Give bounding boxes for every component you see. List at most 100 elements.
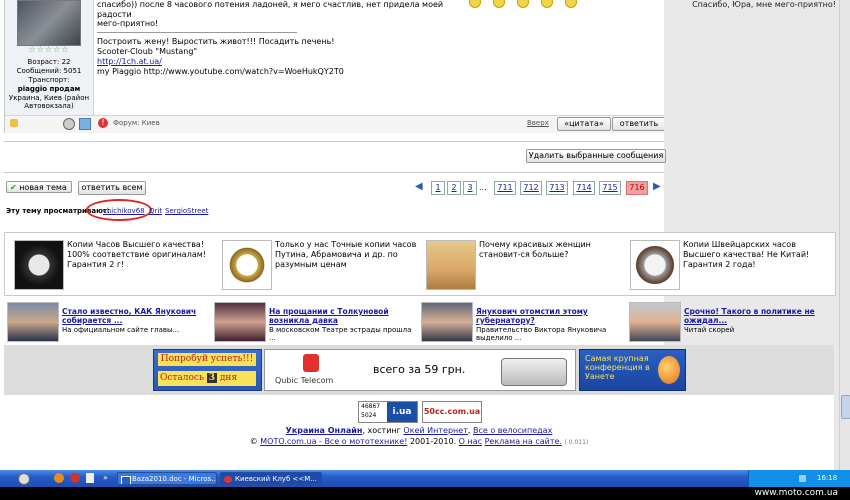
news-image[interactable] (421, 302, 473, 342)
conference-text: Самая крупная конференция в Уанете (585, 354, 650, 381)
ad-text[interactable]: Копии Швейцарских часов Высшего качества… (683, 240, 828, 270)
news-item[interactable]: Срочно! Такого в политике не ожидал... Ч… (626, 302, 831, 342)
qubic-banner[interactable]: Qubic Telecom всего за 59 грн. (264, 349, 576, 391)
author-messages: Сообщений: 5051 (16, 67, 82, 75)
quote-button[interactable]: «цитата» (557, 117, 611, 131)
viewer-link[interactable]: SergioStreet (165, 207, 208, 215)
author-location: Украина, Киев (район Автовокзала) (8, 94, 90, 110)
ad-item[interactable]: Копии Часов Высшего качества! 100% соотв… (9, 238, 214, 290)
ads-block: Копии Часов Высшего качества! 100% соотв… (4, 232, 836, 296)
system-tray: 16:18 (748, 470, 850, 487)
ad-item[interactable]: Почему красивых женщин становит-ся больш… (421, 238, 626, 290)
viewer-link[interactable]: chichikov68 (103, 207, 145, 215)
smileys (469, 0, 589, 8)
footer-line1: Украина Онлайн, хостинг Окей Интернет, В… (285, 426, 553, 435)
page-link[interactable]: 1 (431, 181, 445, 195)
ad-item[interactable]: Только у нас Точные копии часов Путина, … (217, 238, 422, 290)
up-link[interactable]: Вверх (527, 119, 549, 127)
footer-link-advertising[interactable]: Реклама на сайте. (485, 437, 562, 446)
footer-link-bikes[interactable]: Все о велосипедах (473, 426, 552, 435)
signature-line2: Scooter-Cloub "Mustang" (97, 47, 198, 56)
watch-image[interactable] (222, 240, 272, 290)
page-link[interactable]: 2 (447, 181, 461, 195)
prev-page-icon[interactable]: ◀ (415, 181, 425, 193)
document-icon[interactable] (86, 473, 94, 483)
report-icon[interactable]: ! (98, 118, 108, 128)
ad-item[interactable]: Копии Швейцарских часов Высшего качества… (625, 238, 830, 290)
watermark: www.moto.com.ua (0, 487, 850, 500)
woman-image[interactable] (426, 240, 476, 290)
ad-text[interactable]: Только у нас Точные копии часов Путина, … (275, 240, 420, 270)
page-link[interactable]: 713 (546, 181, 568, 195)
50cc-logo[interactable]: 50cc.com.ua (422, 401, 482, 423)
footer-link-moto[interactable]: MOTO.com.ua - Все о мототехнике! (260, 437, 407, 446)
watch-image[interactable] (14, 240, 64, 290)
balloon-icon (658, 356, 680, 384)
signature-divider (97, 32, 297, 33)
browser-icon (224, 476, 232, 483)
lamp-icon[interactable] (10, 119, 18, 127)
signature-link[interactable]: http://1ch.at.ua/ (97, 57, 162, 67)
tray-icon[interactable] (799, 475, 806, 482)
countdown-banner[interactable]: Попробуй успеть!!! Осталось 3 дня (153, 349, 262, 391)
reply-button[interactable]: ответить (612, 117, 666, 131)
divider (4, 172, 664, 173)
new-topic-button[interactable]: ✔ новая тема (6, 181, 72, 193)
footer-link-about[interactable]: О нас (459, 437, 482, 446)
site-footer: 46867 5024 i.ua 50cc.com.ua Украина Онла… (4, 395, 834, 470)
news-snippet: На официальном сайте главы... (62, 326, 180, 334)
news-snippet: Читай скорей (684, 326, 735, 334)
signature-line4: my Piaggio http://www.youtube.com/watch?… (97, 67, 344, 76)
scrollbar-thumb[interactable] (841, 395, 850, 419)
footer-link-hosting[interactable]: Окей Интернет (403, 426, 467, 435)
news-image[interactable] (7, 302, 59, 342)
reply-all-button[interactable]: ответить всем (78, 181, 146, 195)
news-item[interactable]: Янукович отомстил этому губернатору? Пра… (418, 302, 623, 342)
page-link[interactable]: 712 (520, 181, 542, 195)
news-title[interactable]: Янукович отомстил этому губернатору? (476, 307, 623, 325)
watch-image[interactable] (630, 240, 680, 290)
news-image[interactable] (214, 302, 266, 342)
taskbar-item-active[interactable]: Киевский Клуб <<M... (220, 472, 322, 485)
page-link[interactable]: 3 (463, 181, 477, 195)
conference-banner[interactable]: Самая крупная конференция в Уанете (579, 349, 686, 391)
post-text-line1: спасибо)) после 8 часового потения ладон… (97, 0, 444, 19)
iua-counter[interactable]: 46867 5024 i.ua (358, 401, 418, 423)
checkmark-icon: ✔ (10, 183, 17, 192)
news-title[interactable]: Стало известно, КАК Янукович собирается … (62, 307, 209, 325)
vertical-scrollbar[interactable] (839, 0, 850, 470)
news-title[interactable]: На прощании с Толкуновой возникла давка (269, 307, 416, 325)
news-item[interactable]: Стало известно, КАК Янукович собирается … (4, 302, 209, 342)
avatar[interactable] (17, 0, 81, 46)
profile-icon[interactable] (63, 118, 75, 130)
footer-years: 2001-2010. (407, 437, 459, 446)
news-item[interactable]: На прощании с Толкуновой возникла давка … (211, 302, 416, 342)
news-title[interactable]: Срочно! Такого в политике не ожидал... (684, 307, 831, 325)
page-link[interactable]: 714 (573, 181, 595, 195)
firefox-icon[interactable] (54, 473, 64, 483)
ad-text[interactable]: Почему красивых женщин становит-ся больш… (479, 240, 624, 260)
page-link[interactable]: 715 (599, 181, 621, 195)
author-transport-label: Транспорт: (28, 76, 70, 84)
counter-bottom: 5024 (361, 412, 377, 419)
news-image[interactable] (629, 302, 681, 342)
countdown-number: 3 (206, 373, 217, 383)
page-link[interactable]: 711 (494, 181, 516, 195)
fax-machine-image (501, 358, 567, 386)
next-page-icon[interactable]: ▶ (653, 181, 663, 193)
footer-link-ukraine-online[interactable]: Украина Онлайн (286, 426, 363, 435)
post-footer: ! Форум: Киев Вверх «цитата» ответить (5, 115, 666, 133)
chevron-icon[interactable]: » (103, 473, 108, 483)
countdown-banner-line2: Осталось 3 дня (158, 371, 256, 386)
forum-post: ☆☆☆☆☆ Возраст: 22 Сообщений: 5051 Трансп… (4, 0, 666, 133)
taskbar-item[interactable]: Baza2010.doc - Micros... (117, 472, 217, 485)
word-icon (121, 476, 131, 484)
desktop-icon[interactable] (18, 473, 30, 485)
opera-icon[interactable] (70, 473, 80, 483)
viewer-link[interactable]: Qrit (149, 207, 162, 215)
message-icon[interactable] (79, 118, 91, 130)
ad-text[interactable]: Копии Часов Высшего качества! 100% соотв… (67, 240, 212, 270)
delete-selected-button[interactable]: Удалить выбранные сообщения (526, 149, 666, 163)
author-transport: piaggio продам (17, 85, 81, 93)
iua-logo: i.ua (387, 402, 417, 422)
